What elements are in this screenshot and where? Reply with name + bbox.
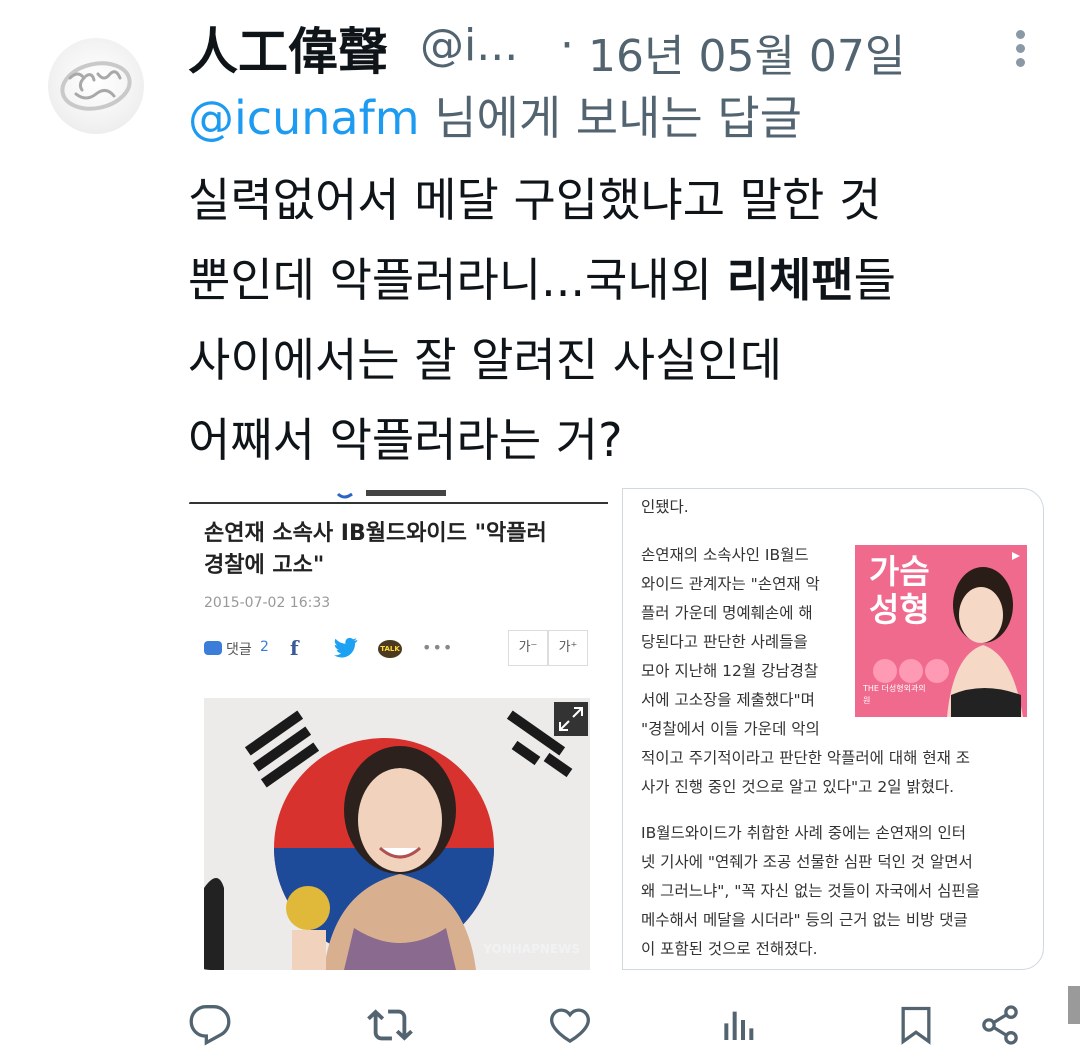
- more-share-icon: •••: [422, 638, 454, 657]
- article-photo: YONHAPNEWS: [204, 698, 590, 970]
- tweet-text-line: 뿐인데 악플러라니...국내외 리체팬들: [188, 240, 1048, 320]
- article-title-line: 경찰에 고소": [204, 553, 325, 578]
- tweet-text-line: 사이에서는 잘 알려진 사실인데: [188, 333, 783, 387]
- media-image-left[interactable]: 손연재 소속사 IB월드와이드 "악플러 경찰에 고소" 2015-07-02 …: [188, 488, 612, 970]
- gymnast-photo: [204, 698, 590, 970]
- article-text-line: 넷 기사에 "연줴가 조공 선물한 심판 덕인 것 알면서: [641, 853, 973, 871]
- article-text-line: 메수해서 메달을 시더라" 등의 근거 없는 비방 댓글: [641, 911, 968, 929]
- retweet-icon[interactable]: [360, 995, 420, 1055]
- ad-headline-line: 가슴: [869, 552, 930, 591]
- bookmark-icon[interactable]: [886, 995, 946, 1055]
- twitter-bird-icon: [334, 637, 358, 658]
- article-text-line: IB월드와이드가 취합한 사례 중에는 손연재의 인터: [641, 824, 967, 842]
- scrollbar-thumb[interactable]: [1068, 986, 1080, 1024]
- expand-icon: [554, 702, 588, 736]
- article-title-line: 손연재 소속사 IB월드와이드 "악플러: [204, 521, 547, 546]
- tweet-text-segment: 뿐인데 악플러라니...국내외: [188, 253, 727, 307]
- article-text-fragment: 인됐다.: [641, 493, 689, 522]
- avatar[interactable]: [48, 38, 144, 134]
- article-text-line: "경찰에서 이들 가운데 악의: [641, 720, 820, 738]
- separator: ·: [560, 20, 574, 71]
- article-paragraph-2: IB월드와이드가 취합한 사례 중에는 손연재의 인터 넷 기사에 "연줴가 조…: [641, 819, 980, 964]
- divider: [188, 502, 608, 504]
- user-handle[interactable]: @i...: [420, 20, 518, 71]
- yonhap-watermark: YONHAPNEWS: [483, 942, 580, 956]
- media-image-right[interactable]: 인됐다. 손연재의 소속사인 IB월드 와이드 관계자는 "손연재 악 플러 가…: [622, 488, 1044, 970]
- analytics-icon[interactable]: [708, 995, 768, 1055]
- tweet-text-line: 어째서 악플러라는 거?: [188, 413, 623, 467]
- kakaotalk-icon: TALK: [378, 640, 402, 658]
- ad-brand: THE 더성형외과의원: [863, 684, 926, 705]
- like-icon[interactable]: [540, 995, 600, 1055]
- more-options-icon[interactable]: [1006, 24, 1036, 74]
- share-icon[interactable]: [970, 995, 1030, 1055]
- article-text-line: 사가 진행 중인 것으로 알고 있다"고 2일 밝혔다.: [641, 778, 955, 796]
- ad-headline-line: 성형: [869, 590, 930, 629]
- display-name[interactable]: 人工偉聲: [188, 12, 388, 84]
- article-text-line: 인됐다.: [641, 498, 689, 516]
- ad-choices-icon: [1012, 552, 1020, 560]
- tweet-actions: [0, 995, 1080, 1055]
- article-title: 손연재 소속사 IB월드와이드 "악플러 경찰에 고소": [204, 518, 547, 582]
- reply-icon[interactable]: [180, 995, 240, 1055]
- reply-to-mention[interactable]: @icunafm: [188, 91, 420, 145]
- tweet-text-line: 실력없어서 메달 구입했냐고 말한 것: [188, 173, 882, 227]
- article-text-line: 이 포함된 것으로 전해졌다.: [641, 940, 818, 958]
- font-size-increase: 가⁺: [548, 630, 588, 666]
- font-size-decrease: 가⁻: [508, 630, 548, 666]
- ad-headline: 가슴 성형: [869, 553, 930, 629]
- article-text-line: 왜 그러느냐", "꼭 자신 없는 것들이 자국에서 심핀을: [641, 882, 980, 900]
- comment-count: 2: [260, 639, 269, 655]
- tweet-text: 실력없어서 메달 구입했냐고 말한 것 뿐인데 악플러라니...국내외 리체팬들…: [188, 160, 1048, 480]
- article-text-line: 적이고 주기적이라고 판단한 악플러에 대해 현재 조: [641, 749, 971, 767]
- comment-label: 댓글: [226, 642, 252, 658]
- tweet-text-bold: 리체팬: [726, 253, 854, 307]
- tweet-header: 人工偉聲 @i... · 16년 05월 07일: [188, 8, 1048, 82]
- share-bar: 댓글 2 f TALK ••• 가⁻ 가⁺: [204, 630, 596, 666]
- reply-to-suffix: 님에게 보내는 답글: [419, 91, 803, 145]
- tweet-date[interactable]: 16년 05월 07일: [588, 20, 905, 84]
- comment-icon: [204, 641, 222, 655]
- article-date: 2015-07-02 16:33: [204, 595, 331, 611]
- site-logo-fragment: [336, 490, 446, 499]
- facebook-icon: f: [290, 636, 299, 660]
- reply-context: @icunafm 님에게 보내는 답글: [188, 82, 802, 148]
- advertisement: 가슴 성형 THE 더성형외과의원: [855, 545, 1027, 717]
- tweet-text-segment: 들: [853, 253, 896, 307]
